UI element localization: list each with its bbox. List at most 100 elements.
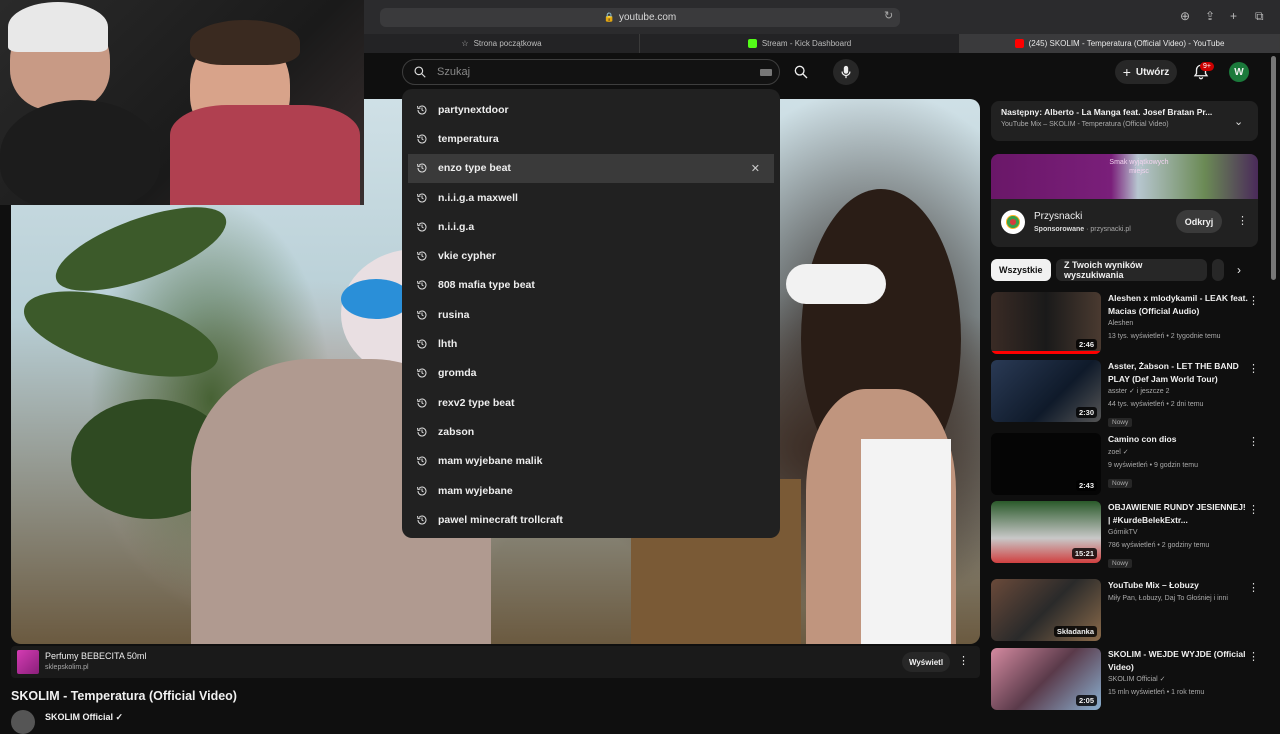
recommended-video[interactable]: Składanka YouTube Mix – Łobuzy Miły Pan, Ł… — [991, 579, 1261, 643]
channel-name[interactable]: Miły Pan, Łobuzy, Daj To Głośniej i inni — [1108, 592, 1248, 605]
more-options-icon[interactable]: ⋮ — [1237, 214, 1248, 227]
ad-domain: · przysnacki.pl — [1084, 226, 1131, 233]
video-thumbnail[interactable]: 2:43 — [991, 433, 1101, 495]
scrollbar[interactable] — [1271, 56, 1276, 280]
search-suggestion[interactable]: rusina — [402, 300, 780, 329]
history-icon — [417, 134, 427, 144]
share-icon[interactable]: ⇪ — [1205, 9, 1215, 23]
video-title[interactable]: Camino con dios — [1108, 433, 1248, 446]
history-icon — [417, 280, 427, 290]
tab-youtube[interactable]: (245) SKOLIM - Temperatura (Official Vid… — [960, 34, 1280, 53]
search-suggestion[interactable]: lhth — [402, 329, 780, 358]
search-suggestion[interactable]: rexv2 type beat — [402, 388, 780, 417]
recommended-video[interactable]: 2:46 Aleshen x mlodykamil - LEAK feat. Ma… — [991, 292, 1261, 356]
more-options-icon[interactable]: ⋮ — [1248, 362, 1259, 375]
ad-thumbnail[interactable] — [17, 650, 39, 674]
channel-name[interactable]: GórnikTV — [1108, 526, 1248, 539]
address-bar[interactable]: 🔒 youtube.com — [380, 8, 900, 27]
show-ad-button[interactable]: Wyświetl — [902, 652, 950, 672]
recommended-video[interactable]: 2:05 SKOLIM - WEJDE WYJDE (Official Video… — [991, 648, 1261, 712]
kick-icon — [747, 39, 757, 48]
more-options-icon[interactable]: ⋮ — [1248, 650, 1259, 663]
microphone-icon — [841, 65, 851, 79]
duration-badge: 2:05 — [1075, 695, 1097, 706]
search-suggestion[interactable]: zabson — [402, 417, 780, 446]
history-icon — [417, 193, 427, 203]
search-suggestion[interactable]: n.i.i.g.a — [402, 212, 780, 241]
recommended-video[interactable]: 15:21 OBJAWIENIE RUNDY JESIENNEJ! | #Kurd… — [991, 501, 1261, 568]
search-icon — [794, 65, 808, 79]
search-suggestion[interactable]: pawel minecraft trollcraft — [402, 505, 780, 534]
ad-banner[interactable]: Smak wyjątkowych miejsc — [991, 154, 1258, 199]
chip-from-searches[interactable]: Z Twoich wyników wyszukiwania — [1056, 259, 1207, 281]
remove-icon[interactable]: ✕ — [751, 162, 760, 175]
history-icon — [417, 339, 427, 349]
up-next-title: Następny: Alberto - La Manga feat. Josef… — [1001, 107, 1213, 117]
duration-badge: 2:46 — [1075, 339, 1097, 350]
search-input[interactable]: Szukaj — [402, 59, 780, 85]
voice-search-button[interactable] — [833, 59, 859, 85]
search-suggestion[interactable]: n.i.i.g.a maxwell — [402, 183, 780, 212]
video-meta: 13 tys. wyświetleń • 2 tygodnie temu — [1108, 333, 1221, 340]
search-suggestion[interactable]: mam wyjebane — [402, 476, 780, 505]
channel-name[interactable]: SKOLIM Official ✓ — [45, 712, 123, 723]
account-avatar[interactable]: W — [1229, 62, 1249, 82]
video-title[interactable]: YouTube Mix – Łobuzy — [1108, 579, 1248, 592]
tab-kick-dashboard[interactable]: Stream - Kick Dashboard — [640, 34, 960, 53]
channel-name[interactable]: zoel ✓ — [1108, 446, 1248, 459]
history-icon — [417, 251, 427, 261]
video-thumbnail[interactable]: 2:05 — [991, 648, 1101, 710]
more-options-icon[interactable]: ⋮ — [1248, 294, 1259, 307]
sponsored-label: Sponsorowane — [1034, 226, 1085, 233]
video-thumbnail[interactable]: 2:30 — [991, 360, 1101, 422]
ad-title[interactable]: Perfumy BEBECITA 50ml — [45, 651, 146, 661]
recommended-video[interactable]: 2:30 Asster, Żabson - LET THE BAND PLAY (… — [991, 360, 1261, 427]
more-options-icon[interactable]: ⋮ — [1248, 503, 1259, 516]
lock-icon: 🔒 — [603, 12, 615, 22]
video-title[interactable]: SKOLIM - WEJDE WYJDE (Official Video) — [1108, 648, 1248, 673]
tab-start-page[interactable]: ☆ Strona początkowa — [364, 34, 640, 53]
chip-all[interactable]: Wszystkie — [991, 259, 1051, 281]
create-button[interactable]: + Utwórz — [1115, 60, 1177, 84]
keyboard-icon[interactable] — [760, 69, 772, 76]
video-thumbnail[interactable]: 15:21 — [991, 501, 1101, 563]
video-ad-bar[interactable] — [11, 646, 980, 678]
search-suggestion[interactable]: 808 mafia type beat — [402, 271, 780, 300]
video-title[interactable]: Asster, Żabson - LET THE BAND PLAY (Def … — [1108, 360, 1248, 385]
suggestion-text: lhth — [438, 338, 458, 351]
chevron-down-icon[interactable]: ⌄ — [1234, 115, 1243, 128]
channel-name[interactable]: SKOLIM Official ✓ — [1108, 673, 1248, 686]
up-next-subtitle: YouTube Mix – SKOLIM - Temperatura (Offi… — [1001, 121, 1169, 128]
watch-progress — [991, 351, 1101, 354]
search-suggestion[interactable]: vkie cypher — [402, 241, 780, 270]
channel-name[interactable]: asster ✓ i jeszcze 2 — [1108, 385, 1248, 398]
plus-icon: + — [1122, 64, 1131, 80]
reload-icon[interactable]: ↻ — [884, 9, 893, 22]
search-suggestion[interactable]: enzo type beat ✕ — [408, 153, 774, 183]
chip-partial[interactable] — [1212, 259, 1224, 281]
search-suggestion[interactable]: gromda — [402, 359, 780, 388]
more-options-icon[interactable]: ⋮ — [958, 654, 969, 667]
chevron-right-icon[interactable]: › — [1237, 263, 1241, 277]
tab-overview-icon[interactable]: ⧉ — [1255, 9, 1264, 24]
search-suggestion[interactable]: mam wyjebane malik — [402, 447, 780, 476]
sidebar-ad[interactable]: Smak wyjątkowych miejsc — [991, 154, 1258, 247]
history-icon — [417, 515, 427, 525]
up-next-box[interactable]: Następny: Alberto - La Manga feat. Josef… — [991, 101, 1258, 141]
search-suggestion[interactable]: temperatura — [402, 124, 780, 153]
video-title[interactable]: Aleshen x mlodykamil - LEAK feat. Macias… — [1108, 292, 1248, 317]
more-options-icon[interactable]: ⋮ — [1248, 581, 1259, 594]
download-icon[interactable]: ⊕ — [1180, 9, 1190, 23]
more-options-icon[interactable]: ⋮ — [1248, 435, 1259, 448]
video-thumbnail[interactable]: 2:46 — [991, 292, 1101, 354]
search-suggestion[interactable]: partynextdoor — [402, 95, 780, 124]
search-button[interactable] — [788, 59, 814, 85]
recommended-video[interactable]: 2:43 Camino con dios zoel ✓ 9 wyświetleń • … — [991, 433, 1261, 497]
open-ad-button[interactable]: Odkryj — [1176, 210, 1222, 233]
channel-avatar[interactable] — [11, 710, 35, 734]
history-icon — [417, 398, 427, 408]
video-thumbnail[interactable]: Składanka — [991, 579, 1101, 641]
video-title[interactable]: OBJAWIENIE RUNDY JESIENNEJ! | #KurdeBele… — [1108, 501, 1248, 526]
new-tab-icon[interactable]: + — [1230, 9, 1237, 23]
channel-name[interactable]: Aleshen — [1108, 317, 1248, 330]
